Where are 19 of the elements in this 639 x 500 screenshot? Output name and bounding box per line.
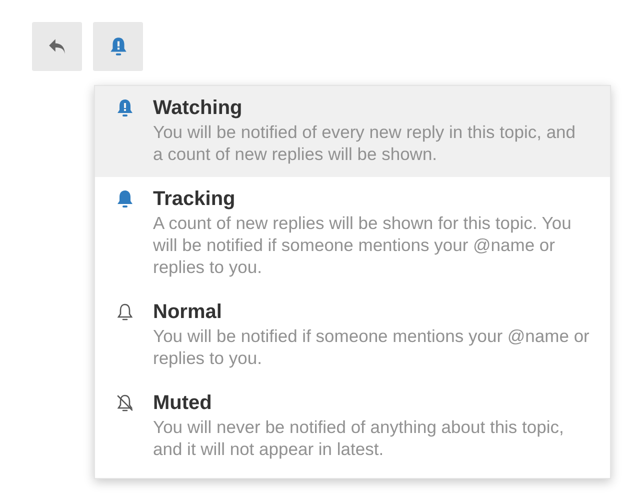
menu-item[interactable]: Watching You will be notified of every new reply in this topic, and a count of new replies will be shown. [95,86,610,177]
option-title: Watching [153,96,244,121]
notifications-button[interactable] [93,22,143,71]
option-title: Normal [153,300,223,325]
option-description: You will never be notified of anything about this topic, and it will not appear in latest. [153,416,565,460]
bell-icon [115,302,135,322]
bell-icon [108,36,128,57]
bell-slash-icon [115,393,135,413]
bell-icon [115,189,135,209]
option-title: Muted [153,391,213,416]
option-title: Tracking [153,187,236,212]
option-description: You will be notified if someone mentions your @name or replies to you. [153,325,590,369]
option-description: You will be notified of every new reply in this topic, and a count of new replies will be shown. [153,121,577,165]
bell-icon [115,98,135,118]
option-description: A count of new replies will be shown for this topic. You will be notified if someone mentions your @name or replies to you. [153,212,572,278]
menu-item[interactable]: Normal You will be notified if someone mentions your @name or replies to you. [95,290,610,381]
reply-button[interactable] [32,22,82,71]
menu-item[interactable]: Tracking A count of new replies will be shown for this topic. You will be notified if someone mentions your @name or replies to you. [95,177,610,290]
menu-item[interactable]: Muted You will never be notified of anything about this topic, and it will not appear in latest. [95,381,610,472]
